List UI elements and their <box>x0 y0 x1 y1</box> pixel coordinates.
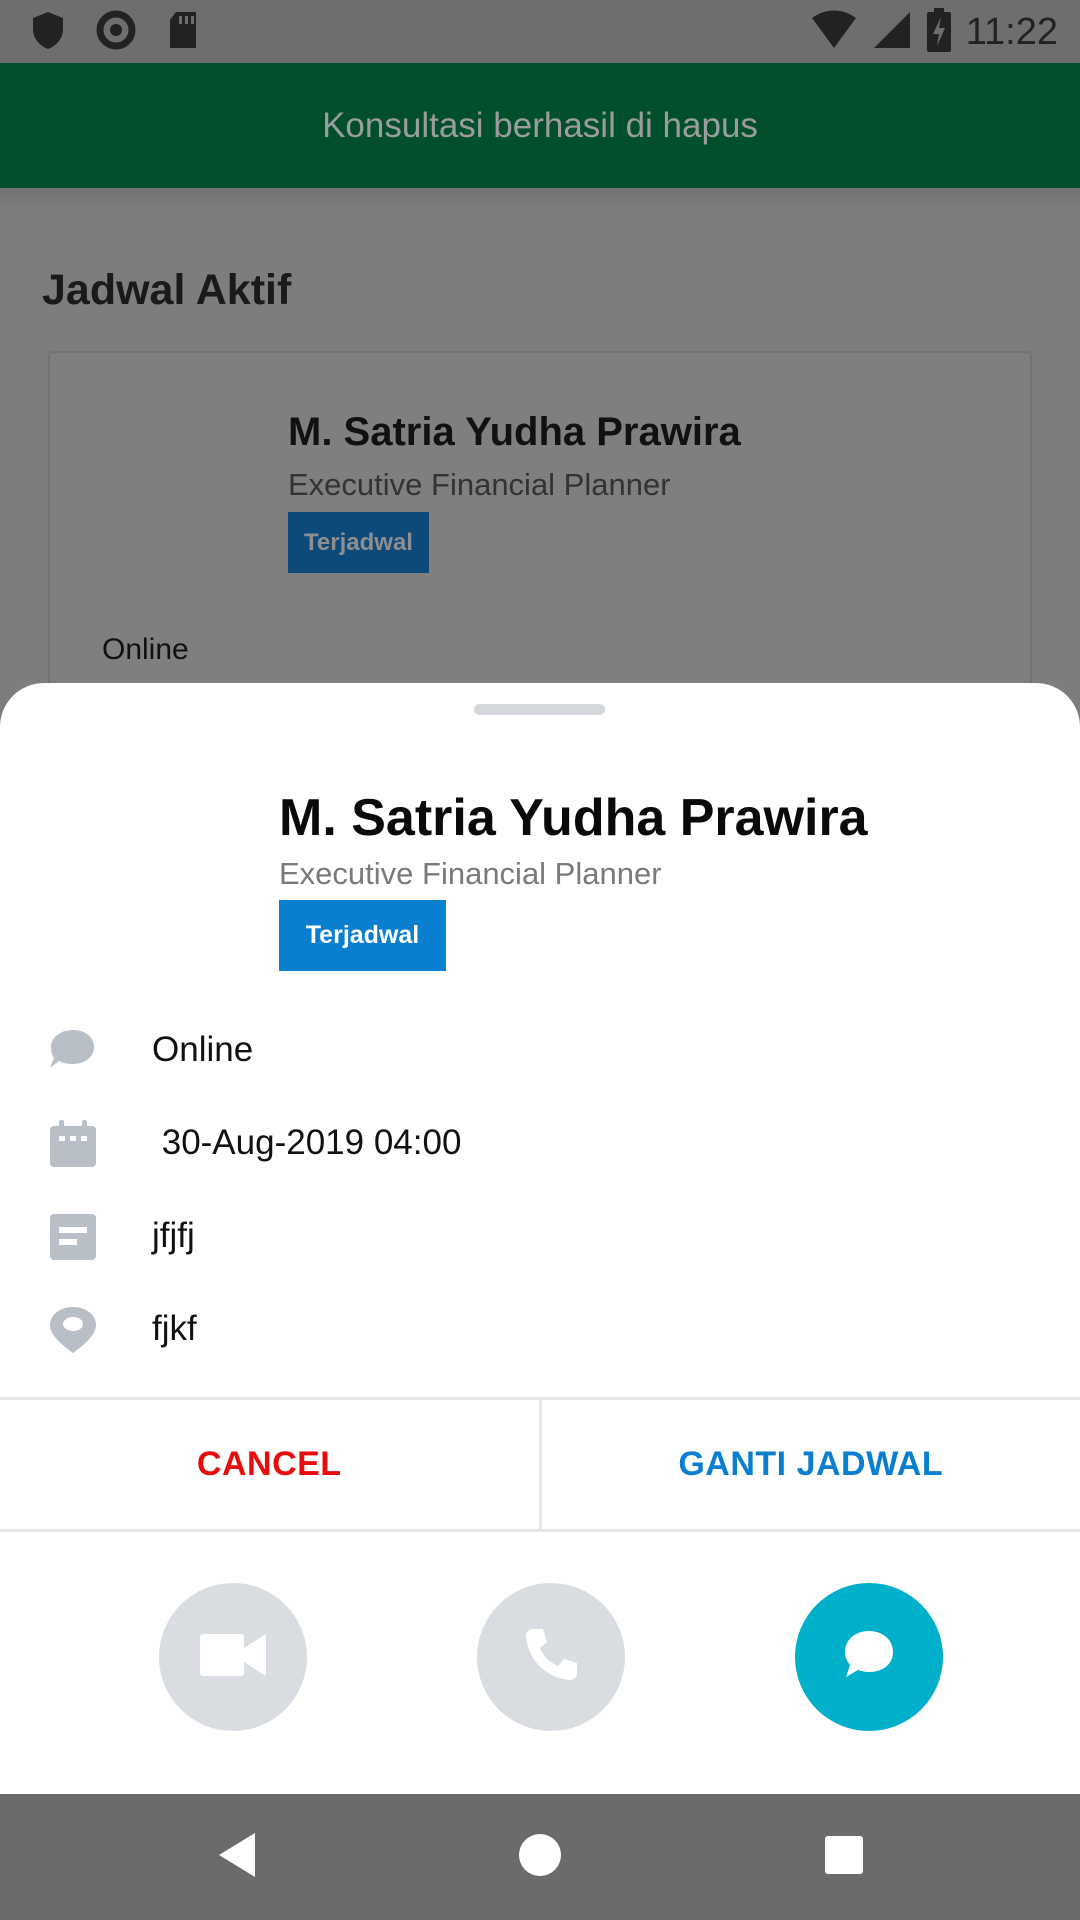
back-icon <box>215 1831 259 1884</box>
wifi-icon <box>810 10 858 55</box>
note-icon <box>48 1212 98 1262</box>
video-call-icon <box>198 1630 268 1685</box>
snackbar-shadow <box>0 188 1080 210</box>
home-icon <box>517 1832 563 1883</box>
chat-button[interactable] <box>795 1583 943 1731</box>
detail-datetime-text: 30-Aug-2019 04:00 <box>152 1123 462 1162</box>
bottom-sheet: M. Satria Yudha Prawira Executive Financ… <box>0 683 1080 1794</box>
detail-location-text: fjkf <box>152 1309 197 1348</box>
detail-row-location: fjkf <box>0 1299 1080 1359</box>
video-call-button[interactable] <box>159 1583 307 1731</box>
detail-type-text: Online <box>152 1030 254 1069</box>
reschedule-button[interactable]: GANTI JADWAL <box>542 1400 1080 1529</box>
phone-call-icon <box>521 1625 581 1690</box>
battery-charging-icon <box>926 8 952 57</box>
status-badge: Terjadwal <box>279 900 446 971</box>
shield-icon <box>30 10 66 55</box>
drag-handle[interactable] <box>474 704 605 715</box>
clock-time: 11:22 <box>965 11 1058 53</box>
phone-call-button[interactable] <box>477 1583 625 1731</box>
detail-row-datetime: 30-Aug-2019 04:00 <box>0 1113 1080 1173</box>
location-icon <box>48 1305 98 1355</box>
snackbar: Konsultasi berhasil di hapus <box>0 63 1080 188</box>
signal-icon <box>872 10 912 55</box>
card-planner-role: Executive Financial Planner <box>288 467 671 502</box>
snackbar-message: Konsultasi berhasil di hapus <box>322 105 758 145</box>
circle-icon <box>96 10 136 55</box>
planner-role: Executive Financial Planner <box>279 856 662 891</box>
detail-note-text: jfjfj <box>152 1216 195 1255</box>
home-button[interactable] <box>509 1826 571 1888</box>
calendar-icon <box>48 1119 98 1169</box>
detail-row-note: jfjfj <box>0 1206 1080 1266</box>
status-bar: 11:22 <box>0 0 1080 63</box>
navigation-bar <box>0 1794 1080 1920</box>
card-planner-name: M. Satria Yudha Prawira <box>288 410 741 454</box>
recents-icon <box>823 1834 865 1881</box>
chat-icon <box>841 1627 897 1688</box>
chat-bubble-icon <box>48 1026 98 1076</box>
action-bar: CANCEL GANTI JADWAL <box>0 1397 1080 1532</box>
recents-button[interactable] <box>813 1826 875 1888</box>
planner-name: M. Satria Yudha Prawira <box>279 789 868 847</box>
detail-row-type: Online <box>0 1020 1080 1080</box>
back-button[interactable] <box>206 1826 268 1888</box>
cancel-button[interactable]: CANCEL <box>0 1400 542 1529</box>
sd-card-icon <box>166 10 200 55</box>
card-status-badge: Terjadwal <box>288 512 429 573</box>
card-consultation-type: Online <box>102 633 189 666</box>
section-title: Jadwal Aktif <box>42 266 292 314</box>
